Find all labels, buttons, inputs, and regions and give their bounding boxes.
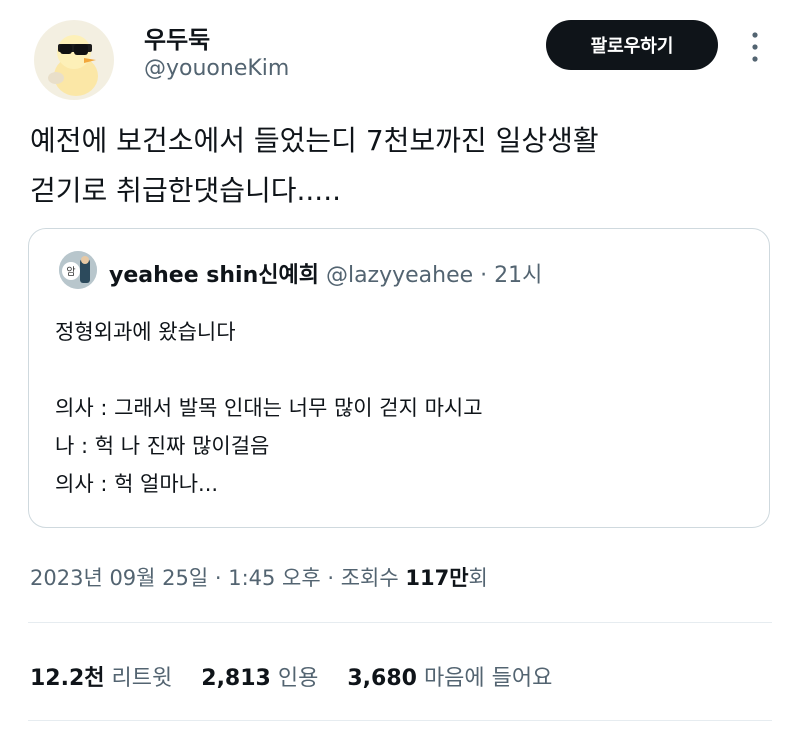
- tweet-header: 우두둑 @youoneKim 팔로우하기: [0, 0, 800, 110]
- follow-button[interactable]: 팔로우하기: [546, 20, 718, 70]
- quote-tweet-card[interactable]: 암 yeahee shin신예희 @lazyyeahee · 21시 정형외과에…: [28, 228, 770, 528]
- more-vertical-icon[interactable]: [746, 30, 764, 64]
- quotes-count[interactable]: 2,813: [201, 666, 271, 691]
- author-handle[interactable]: @youoneKim: [144, 56, 289, 81]
- quote-author-handle: @lazyyeahee: [325, 263, 474, 288]
- quote-avatar-icon: 암: [59, 251, 97, 289]
- quote-body: 정형외과에 왔습니다 의사 : 그래서 발목 인대는 너무 많이 걷지 마시고 …: [55, 313, 483, 503]
- tweet-line: 예전에 보건소에서 들었는디 7천보까진 일상생활: [30, 124, 599, 157]
- quote-separator: ·: [480, 263, 495, 288]
- author-display-name[interactable]: 우두둑: [144, 20, 210, 55]
- tweet-timestamp[interactable]: 2023년 09월 25일 · 1:45 오후 · 조회수 117만회: [30, 562, 488, 592]
- quote-author-avatar: 암: [59, 251, 97, 289]
- quotes-label[interactable]: 인용: [278, 666, 318, 691]
- retweets-count[interactable]: 12.2천: [30, 666, 105, 691]
- views-count: 117만: [405, 566, 469, 590]
- quote-header: yeahee shin신예희 @lazyyeahee · 21시: [109, 257, 542, 289]
- quote-author-name: yeahee shin신예희: [109, 263, 319, 288]
- duck-avatar-icon: [48, 35, 98, 96]
- tweet-line: 걷기로 취급한댓습니다.....: [30, 174, 342, 207]
- divider: [28, 622, 772, 623]
- timestamp-text: 2023년 09월 25일 · 1:45 오후 · 조회수: [30, 566, 406, 590]
- likes-count[interactable]: 3,680: [347, 666, 417, 691]
- author-avatar[interactable]: [34, 20, 114, 100]
- quote-line: 나 : 헉 나 진짜 많이걸음: [55, 434, 270, 458]
- quote-avatar-text: 암: [66, 266, 75, 278]
- engagement-stats: 12.2천 리트윗 2,813 인용 3,680 마음에 들어요: [30, 660, 574, 692]
- divider: [28, 720, 772, 721]
- quote-line: [55, 351, 483, 389]
- quote-line: 정형외과에 왔습니다: [55, 320, 236, 344]
- quote-line: 의사 : 헉 얼마나...: [55, 472, 219, 496]
- retweets-label[interactable]: 리트윗: [112, 666, 173, 691]
- quote-time: 21시: [494, 263, 543, 288]
- views-unit: 회: [468, 566, 488, 590]
- tweet-text: 예전에 보건소에서 들었는디 7천보까진 일상생활 걷기로 취급한댓습니다...…: [30, 116, 770, 216]
- likes-label[interactable]: 마음에 들어요: [424, 666, 552, 691]
- quote-line: 의사 : 그래서 발목 인대는 너무 많이 걷지 마시고: [55, 396, 483, 420]
